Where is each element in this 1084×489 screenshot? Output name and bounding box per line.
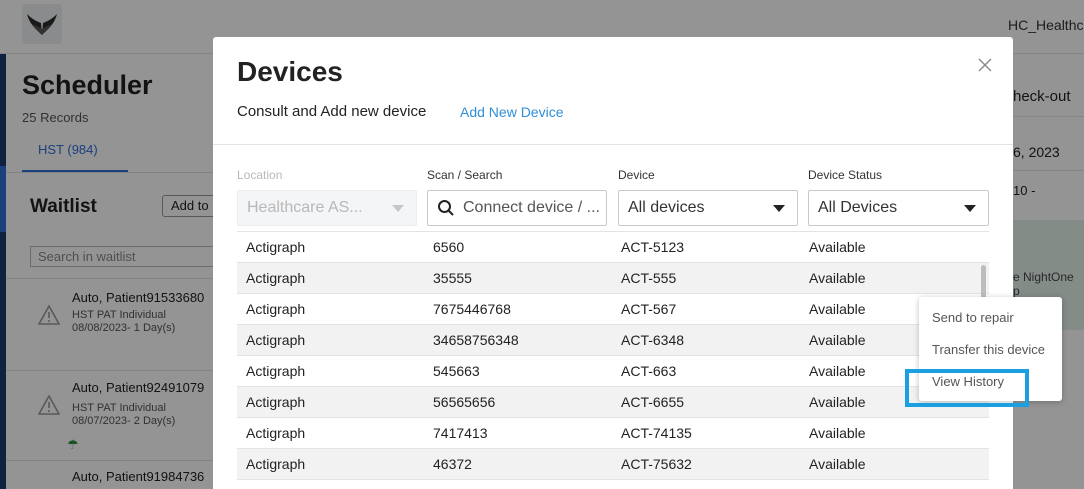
serial-number-cell: 46372: [433, 456, 472, 472]
devices-modal: Devices Consult and Add new device Add N…: [213, 37, 1013, 489]
device-status-value: All Devices: [818, 199, 898, 216]
status-cell: Available: [809, 456, 866, 472]
device-id-cell: ACT-663: [621, 363, 677, 379]
status-cell: Available: [809, 270, 866, 286]
device-id-cell: ACT-6655: [621, 394, 685, 410]
device-id-cell: ACT-6348: [621, 332, 685, 348]
device-status-select[interactable]: All Devices: [808, 190, 989, 226]
status-cell: Available: [809, 239, 866, 255]
device-type-cell: Actigraph: [246, 239, 306, 255]
location-value: Healthcare AS...: [247, 199, 363, 216]
search-label: Scan / Search: [427, 168, 503, 182]
serial-number-cell: 7675446768: [433, 301, 511, 317]
device-id-cell: ACT-555: [621, 270, 677, 286]
device-type-cell: Actigraph: [246, 456, 306, 472]
device-status-label: Device Status: [808, 168, 883, 182]
serial-number-cell: 6560: [433, 239, 465, 255]
serial-number-cell: 34658756348: [433, 332, 519, 348]
table-row[interactable]: Actigraph 6560 ACT-5123 Available: [237, 232, 989, 263]
table-row[interactable]: Actigraph 545663 ACT-663 Available: [237, 356, 989, 387]
device-type-cell: Actigraph: [246, 270, 306, 286]
location-select: Healthcare AS...: [237, 190, 417, 226]
device-type-cell: Actigraph: [246, 363, 306, 379]
highlight-box: [905, 369, 1029, 407]
modal-subtitle: Consult and Add new device: [237, 103, 427, 120]
search-icon: [438, 200, 454, 216]
device-search-input[interactable]: Connect device / ...: [427, 190, 607, 226]
table-row[interactable]: Actigraph 56565656 ACT-6655 Available: [237, 387, 989, 418]
device-type-cell: Actigraph: [246, 301, 306, 317]
status-cell: Available: [809, 425, 866, 441]
device-select[interactable]: All devices: [618, 190, 798, 226]
close-button[interactable]: [973, 53, 997, 77]
device-id-cell: ACT-74135: [621, 425, 692, 441]
chevron-down-icon: [964, 205, 976, 212]
device-value: All devices: [628, 199, 705, 216]
status-cell: Available: [809, 363, 866, 379]
chevron-down-icon: [392, 205, 404, 212]
table-row[interactable]: Actigraph 7675446768 ACT-567 Available: [237, 294, 989, 325]
device-label: Device: [618, 168, 655, 182]
device-type-cell: Actigraph: [246, 394, 306, 410]
serial-number-cell: 56565656: [433, 394, 496, 410]
status-cell: Available: [809, 394, 866, 410]
chevron-down-icon: [773, 205, 785, 212]
modal-title: Devices: [237, 56, 343, 87]
device-id-cell: ACT-75632: [621, 456, 692, 472]
serial-number-cell: 545663: [433, 363, 480, 379]
status-cell: Available: [809, 332, 866, 348]
table-row[interactable]: Actigraph 7417413 ACT-74135 Available: [237, 418, 989, 449]
device-id-cell: ACT-567: [621, 301, 677, 317]
status-cell: Available: [809, 301, 866, 317]
table-row[interactable]: Actigraph 35555 ACT-555 Available: [237, 263, 989, 294]
location-label: Location: [237, 168, 283, 182]
device-id-cell: ACT-5123: [621, 239, 685, 255]
menu-item-send-to-repair[interactable]: Send to repair: [932, 310, 1014, 325]
modal-header: Devices Consult and Add new device Add N…: [213, 37, 1013, 145]
add-new-device-link[interactable]: Add New Device: [460, 104, 564, 120]
menu-item-transfer-device[interactable]: Transfer this device: [932, 342, 1045, 357]
close-icon: [978, 58, 992, 72]
serial-number-cell: 7417413: [433, 425, 488, 441]
table-row[interactable]: Actigraph 46372 ACT-75632 Available: [237, 449, 989, 480]
devices-table: Actigraph 6560 ACT-5123 Available Actigraph 3…: [237, 231, 989, 480]
serial-number-cell: 35555: [433, 270, 472, 286]
table-scrollbar[interactable]: [981, 265, 986, 301]
device-type-cell: Actigraph: [246, 425, 306, 441]
table-row[interactable]: Actigraph 34658756348 ACT-6348 Available: [237, 325, 989, 356]
search-placeholder: Connect device / ...: [463, 199, 600, 216]
device-type-cell: Actigraph: [246, 332, 306, 348]
